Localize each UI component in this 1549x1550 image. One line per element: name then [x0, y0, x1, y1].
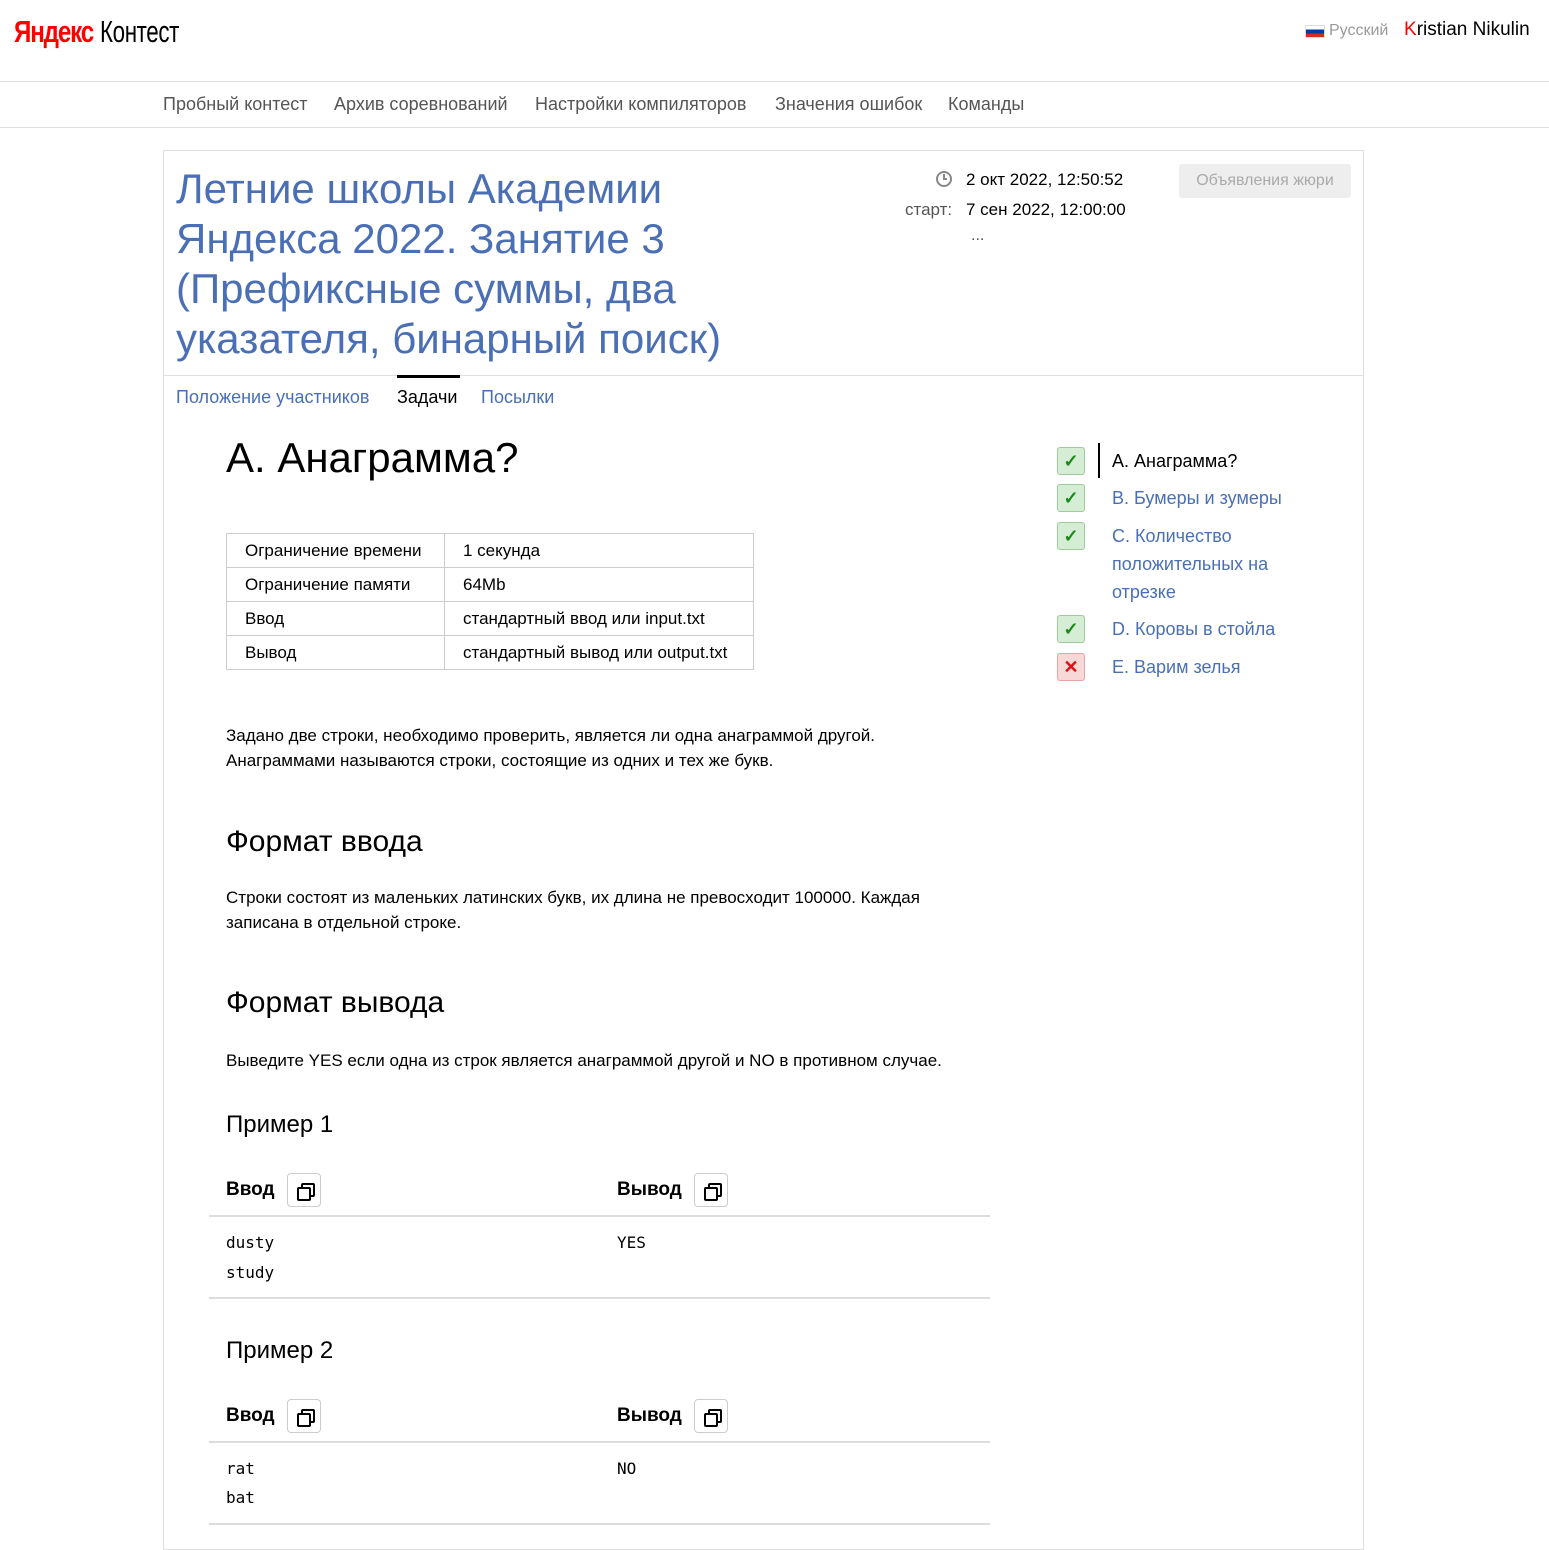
input-format-line-1: Строки состоят из маленьких латинских бу…: [226, 888, 920, 907]
example-1-input-line-1: dusty: [226, 1233, 275, 1252]
output-format-text: Выведите YES если одна из строк является…: [226, 1051, 942, 1070]
example-divider: [209, 1215, 990, 1217]
example-1-title: Пример 1: [226, 1111, 334, 1138]
logo-contest: Контест: [100, 14, 179, 49]
example-2-input-line-2: bat: [226, 1488, 255, 1507]
table-row: Ограничение времени 1 секунда: [226, 533, 754, 568]
example-2-output-header: Вывод: [617, 1399, 728, 1433]
example-2-input-header: Ввод: [226, 1399, 321, 1433]
copy-icon[interactable]: [693, 1173, 728, 1207]
problem-title: A. Анаграмма?: [226, 434, 519, 481]
sidebar-label-line: C. Количество: [1112, 526, 1232, 546]
limit-value: стандартный вывод или output.txt: [444, 635, 754, 670]
example-1-input-header: Ввод: [226, 1173, 321, 1207]
example-divider: [209, 1523, 990, 1525]
example-2-title: Пример 2: [226, 1337, 334, 1364]
nav-teams[interactable]: Команды: [948, 94, 1024, 115]
start-time: 7 сен 2022, 12:00:00: [966, 200, 1126, 219]
copy-icon[interactable]: [286, 1173, 321, 1207]
input-format-heading: Формат ввода: [226, 825, 423, 858]
copy-icon[interactable]: [693, 1399, 728, 1433]
sidebar-problem-a[interactable]: A. Анаграмма?: [1112, 447, 1312, 475]
statement-line-1: Задано две строки, необходимо проверить,…: [226, 726, 875, 745]
table-row: Ограничение памяти 64Mb: [226, 567, 754, 602]
nav-error-values[interactable]: Значения ошибок: [775, 94, 922, 115]
example-divider: [209, 1441, 990, 1443]
tabs-divider: [163, 375, 1364, 376]
sidebar-label-line: отрезке: [1112, 582, 1176, 602]
example-input-label: Ввод: [226, 1405, 275, 1426]
user-name[interactable]: Kristian Nikulin: [1404, 19, 1530, 41]
example-2-output: NO: [617, 1459, 637, 1478]
sidebar-problem-c[interactable]: C. Количество положительных на отрезке: [1112, 522, 1312, 606]
table-row: Вывод стандартный вывод или output.txt: [226, 635, 754, 670]
limit-value: 1 секунда: [444, 533, 754, 568]
tab-problems[interactable]: Задачи: [397, 387, 457, 408]
sidebar-problem-d[interactable]: D. Коровы в стойла: [1112, 615, 1312, 643]
check-icon: ✓: [1057, 447, 1085, 475]
limit-value: стандартный ввод или input.txt: [444, 601, 754, 636]
yandex-contest-logo[interactable]: Яндекс Контест: [14, 14, 210, 54]
example-1-input-line-2: study: [226, 1263, 275, 1282]
check-icon: ✓: [1057, 615, 1085, 643]
limit-value: 64Mb: [444, 567, 754, 602]
example-1-output: YES: [617, 1233, 646, 1252]
language-label: Русский: [1329, 22, 1389, 39]
statement-line-2: Анаграммами называются строки, состоящие…: [226, 751, 774, 770]
current-problem-marker: [1098, 443, 1100, 478]
logo-yandex: Яндекс: [14, 14, 94, 49]
limits-table: Ограничение времени 1 секунда Ограничени…: [226, 533, 754, 670]
example-output-label: Вывод: [617, 1405, 682, 1426]
limit-label: Вывод: [226, 635, 445, 670]
sidebar-problem-e[interactable]: E. Варим зелья: [1112, 653, 1312, 681]
contest-title[interactable]: Летние школы Академии Яндекса 2022. Заня…: [176, 164, 816, 364]
output-format-heading: Формат вывода: [226, 986, 445, 1019]
example-1-output-header: Вывод: [617, 1173, 728, 1207]
limit-label: Ограничение времени: [226, 533, 445, 568]
limit-label: Ввод: [226, 601, 445, 636]
limit-label: Ограничение памяти: [226, 567, 445, 602]
clock-icon: [936, 171, 952, 187]
example-input-label: Ввод: [226, 1179, 275, 1200]
nav-compiler-settings[interactable]: Настройки компиляторов: [535, 94, 746, 115]
current-time: 2 окт 2022, 12:50:52: [966, 170, 1124, 189]
active-tab-indicator: [397, 375, 460, 378]
example-output-label: Вывод: [617, 1179, 682, 1200]
table-row: Ввод стандартный ввод или input.txt: [226, 601, 754, 636]
tab-standings[interactable]: Положение участников: [176, 387, 369, 408]
cross-icon: ✕: [1057, 653, 1085, 681]
sidebar-problem-b[interactable]: B. Бумеры и зумеры: [1112, 484, 1312, 512]
tab-submissions[interactable]: Посылки: [481, 387, 554, 408]
announcements-button[interactable]: Объявления жюри: [1179, 164, 1351, 198]
language-switcher[interactable]: Русский: [1305, 22, 1388, 40]
copy-icon[interactable]: [286, 1399, 321, 1433]
nav-trial-contest[interactable]: Пробный контест: [163, 94, 308, 115]
start-label: старт:: [905, 200, 953, 219]
check-icon: ✓: [1057, 522, 1085, 550]
example-divider: [209, 1297, 990, 1299]
input-format-line-2: записана в отдельной строке.: [226, 913, 462, 932]
russian-flag-icon: [1305, 24, 1325, 38]
example-2-input-line-1: rat: [226, 1459, 255, 1478]
check-icon: ✓: [1057, 484, 1085, 512]
main-nav: Пробный контест Архив соревнований Настр…: [0, 81, 1549, 128]
sidebar-label-line: положительных на: [1112, 554, 1269, 574]
more-info-toggle[interactable]: ...: [971, 227, 984, 245]
nav-archive[interactable]: Архив соревнований: [334, 94, 508, 115]
